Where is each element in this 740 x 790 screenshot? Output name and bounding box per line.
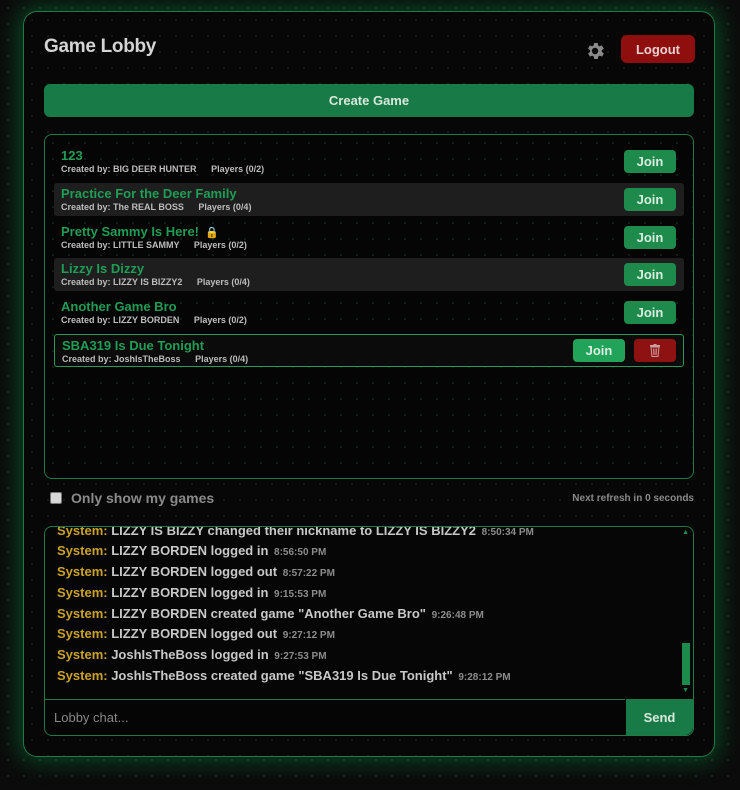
game-row: Another Game Bro Created by: LIZZY BORDE… [54,296,684,329]
chat-message: System: LIZZY BORDEN logged out 9:27:12 … [57,626,335,641]
send-button[interactable]: Send [626,699,693,735]
chat-text: LIZZY BORDEN logged out [111,564,278,579]
game-row: Practice For the Deer Family Created by:… [54,183,684,216]
delete-game-button[interactable] [634,339,676,362]
chat-time: 9:28:12 PM [458,672,511,683]
join-button[interactable]: Join [624,188,676,211]
game-name-wrap: Pretty Sammy Is Here! 🔒 [61,224,219,239]
created-by-label: Created by: [61,277,111,287]
scroll-down-icon[interactable]: ▼ [682,687,689,694]
game-row-own: SBA319 Is Due Tonight Created by: JoshIs… [54,334,684,367]
chat-text: LIZZY BORDEN logged in [111,585,269,600]
logout-button[interactable]: Logout [621,35,695,63]
game-creator: BIG DEER HUNTER [113,164,197,174]
created-by-label: Created by: [61,164,111,174]
game-players: Players (0/4) [195,354,249,364]
created-by-label: Created by: [61,240,111,250]
my-games-filter[interactable]: Only show my games [50,490,214,506]
trash-icon [650,344,660,357]
chat-text: LIZZY BORDEN created game "Another Game … [111,606,426,621]
chat-sender: System: [57,585,108,600]
game-name: Practice For the Deer Family [61,186,237,201]
join-button[interactable]: Join [624,263,676,286]
game-name: 123 [61,148,83,163]
chat-time: 9:27:53 PM [274,651,327,662]
game-name: SBA319 Is Due Tonight [62,338,205,353]
chat-time: 9:27:12 PM [282,630,335,641]
game-name: Another Game Bro [61,299,177,314]
chat-time: 9:26:48 PM [431,610,484,621]
game-meta: Created by: BIG DEER HUNTER Players (0/2… [61,164,264,174]
chat-sender: System: [57,606,108,621]
chat-message: System: LIZZY BORDEN logged out 8:57:22 … [57,564,335,579]
game-players: Players (0/4) [198,202,252,212]
chat-scrollbar-thumb[interactable] [682,643,690,685]
chat-message: System: JoshIsTheBoss logged in 9:27:53 … [57,647,327,662]
game-name: Lizzy Is Dizzy [61,261,145,276]
game-meta: Created by: LIZZY IS BIZZY2 Players (0/4… [61,277,250,287]
chat-sender: System: [57,668,108,683]
game-meta: Created by: The REAL BOSS Players (0/4) [61,202,251,212]
game-players: Players (0/2) [193,315,247,325]
game-row: Pretty Sammy Is Here! 🔒 Created by: LITTL… [54,221,684,254]
lobby-panel: Game Lobby Logout Create Game 123 Create… [23,11,715,757]
game-creator: JoshIsTheBoss [114,354,181,364]
chat-text: LIZZY BORDEN logged out [111,626,278,641]
my-games-checkbox[interactable] [50,492,62,504]
chat-message: System: LIZZY IS BIZZY changed their nic… [57,527,534,538]
join-button[interactable]: Join [573,339,625,362]
chat-sender: System: [57,527,108,538]
game-players: Players (0/2) [193,240,247,250]
chat-time: 8:50:34 PM [481,527,534,538]
join-button[interactable]: Join [624,301,676,324]
chat-log[interactable]: System: LIZZY IS BIZZY changed their nic… [45,527,685,699]
chat-text: LIZZY BORDEN logged in [111,543,269,558]
chat-message: System: JoshIsTheBoss created game "SBA3… [57,668,511,683]
created-by-label: Created by: [61,202,111,212]
chat-time: 9:15:53 PM [274,589,327,600]
game-name: Pretty Sammy Is Here! [61,224,200,239]
chat-text: JoshIsTheBoss logged in [111,647,269,662]
chat-text: JoshIsTheBoss created game "SBA319 Is Du… [111,668,453,683]
create-game-button[interactable]: Create Game [44,84,694,117]
game-creator: LIZZY BORDEN [113,315,180,325]
chat-message: System: LIZZY BORDEN logged in 9:15:53 P… [57,585,326,600]
page-title: Game Lobby [44,36,157,57]
game-row: Lizzy Is Dizzy Created by: LIZZY IS BIZZ… [54,258,684,291]
join-button[interactable]: Join [624,150,676,173]
game-meta: Created by: LITTLE SAMMY Players (0/2) [61,240,247,250]
chat-sender: System: [57,626,108,641]
chat-text: LIZZY IS BIZZY changed their nickname to… [111,527,476,538]
game-row: 123 Created by: BIG DEER HUNTER Players … [54,145,684,178]
game-creator: LIZZY IS BIZZY2 [113,277,183,287]
chat-message: System: LIZZY BORDEN logged in 8:56:50 P… [57,543,326,558]
game-players: Players (0/4) [196,277,250,287]
chat-time: 8:56:50 PM [274,547,327,558]
refresh-status: Next refresh in 0 seconds [572,493,694,504]
game-creator: The REAL BOSS [113,202,184,212]
chat-sender: System: [57,647,108,662]
game-list: 123 Created by: BIG DEER HUNTER Players … [44,134,694,479]
join-button[interactable]: Join [624,226,676,249]
lobby-chat: System: LIZZY IS BIZZY changed their nic… [44,526,694,736]
my-games-label: Only show my games [71,490,215,506]
lock-icon: 🔒 [205,227,219,239]
gear-icon[interactable] [584,40,606,62]
game-creator: LITTLE SAMMY [113,240,180,250]
game-meta: Created by: LIZZY BORDEN Players (0/2) [61,315,247,325]
created-by-label: Created by: [61,315,111,325]
chat-time: 8:57:22 PM [282,568,335,579]
chat-sender: System: [57,543,108,558]
chat-input[interactable]: Lobby chat... [45,699,625,734]
created-by-label: Created by: [62,354,112,364]
chat-sender: System: [57,564,108,579]
game-players: Players (0/2) [211,164,265,174]
game-meta: Created by: JoshIsTheBoss Players (0/4) [62,354,248,364]
scroll-up-icon[interactable]: ▲ [682,529,689,536]
chat-message: System: LIZZY BORDEN created game "Anoth… [57,606,484,621]
